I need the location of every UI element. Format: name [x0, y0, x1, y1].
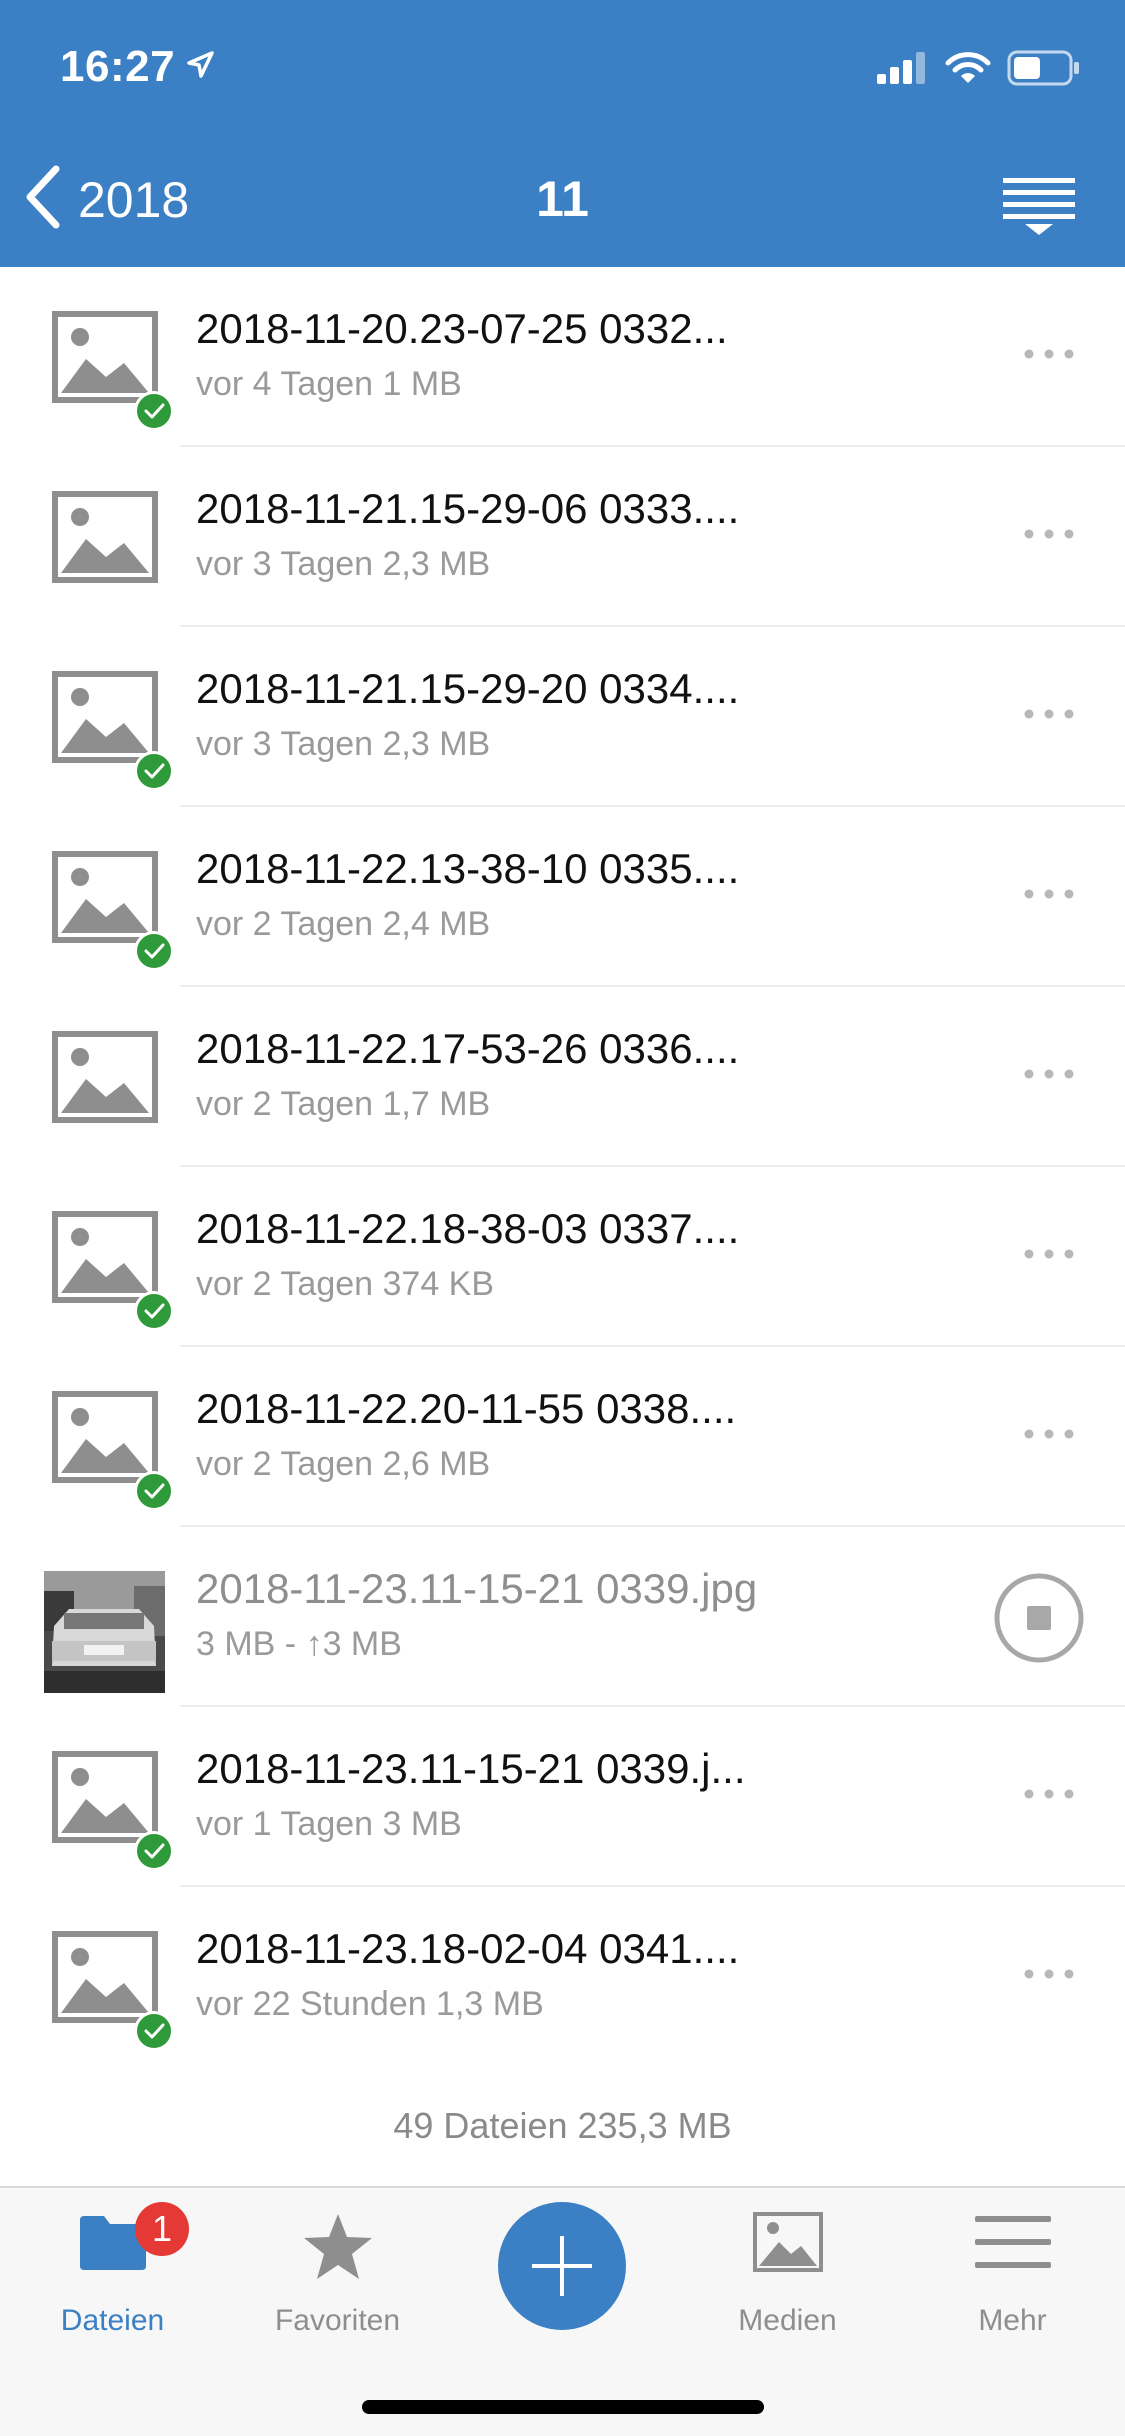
status-indicators [877, 50, 1081, 91]
image-file-icon [52, 1931, 158, 2023]
tab-files[interactable]: 1 Dateien [0, 2188, 225, 2348]
file-meta: vor 2 Tagen 1,7 MB [196, 1085, 491, 1123]
more-options-icon[interactable] [1023, 887, 1075, 905]
image-file-icon [52, 851, 158, 943]
more-options-icon[interactable] [1023, 1787, 1075, 1805]
file-meta: vor 4 Tagen 1 MB [196, 365, 462, 403]
image-file-icon [52, 1751, 158, 1843]
file-meta: vor 3 Tagen 2,3 MB [196, 545, 491, 583]
file-meta: vor 2 Tagen 2,6 MB [196, 1445, 491, 1483]
file-row[interactable]: 2018-11-23.18-02-04 0341.... vor 22 Stund… [0, 1887, 1125, 2067]
file-row[interactable]: 2018-11-20.23-07-25 0332... vor 4 Tagen 1… [0, 267, 1125, 447]
file-row[interactable]: 2018-11-22.17-53-26 0336.... vor 2 Tagen … [0, 987, 1125, 1167]
tab-files-label: Dateien [60, 2304, 165, 2337]
synced-check-icon [134, 1291, 174, 1331]
file-name: 2018-11-23.11-15-21 0339.jpg [196, 1565, 758, 1612]
tab-media[interactable]: Medien [675, 2188, 900, 2348]
synced-check-icon [134, 2011, 174, 2051]
synced-check-icon [134, 1471, 174, 1511]
file-name: 2018-11-20.23-07-25 0332... [196, 305, 728, 352]
more-options-icon[interactable] [1023, 527, 1075, 545]
file-meta: vor 2 Tagen 2,4 MB [196, 905, 491, 943]
file-row[interactable]: 2018-11-23.11-15-21 0339.jpg 3 MB - ↑3 MB [0, 1527, 1125, 1707]
file-name: 2018-11-23.18-02-04 0341.... [196, 1925, 740, 1972]
tab-bar: 1 Dateien Favoriten Medien Mehr [0, 2186, 1125, 2436]
header: 16:27 2018 11 [0, 0, 1125, 267]
page-title: 11 [536, 171, 589, 227]
tab-media-label: Medien [738, 2304, 837, 2337]
more-options-icon[interactable] [1023, 1967, 1075, 1985]
status-time: 16:27 [60, 42, 176, 91]
file-summary: 49 Dateien 235,3 MB [393, 2105, 732, 2146]
more-options-icon[interactable] [1023, 1427, 1075, 1445]
file-name: 2018-11-21.15-29-06 0333.... [196, 485, 740, 532]
tab-more-label: Mehr [978, 2304, 1047, 2337]
file-list: 2018-11-20.23-07-25 0332... vor 4 Tagen 1… [0, 267, 1125, 2067]
battery-icon [1007, 50, 1081, 91]
home-indicator [362, 2400, 764, 2414]
file-meta: 3 MB - ↑3 MB [196, 1625, 402, 1663]
sort-list-icon [1003, 178, 1075, 235]
add-button[interactable] [498, 2202, 626, 2330]
image-file-icon [52, 1031, 158, 1123]
file-name: 2018-11-22.18-38-03 0337.... [196, 1205, 740, 1252]
folder-icon [0, 2212, 225, 2272]
more-options-icon[interactable] [1023, 1067, 1075, 1085]
file-row[interactable]: 2018-11-22.20-11-55 0338.... vor 2 Tagen … [0, 1347, 1125, 1527]
synced-check-icon [134, 931, 174, 971]
image-file-icon [52, 1391, 158, 1483]
file-row[interactable]: 2018-11-22.18-38-03 0337.... vor 2 Tagen … [0, 1167, 1125, 1347]
hamburger-menu-icon [900, 2212, 1125, 2272]
file-name: 2018-11-22.13-38-10 0335.... [196, 845, 740, 892]
notification-badge: 1 [135, 2202, 189, 2256]
photo-thumbnail [44, 1571, 165, 1693]
file-row[interactable]: 2018-11-21.15-29-20 0334.... vor 3 Tagen … [0, 627, 1125, 807]
image-icon [675, 2212, 900, 2272]
file-row[interactable]: 2018-11-21.15-29-06 0333.... vor 3 Tagen … [0, 447, 1125, 627]
image-file-icon [52, 671, 158, 763]
file-meta: vor 22 Stunden 1,3 MB [196, 1985, 544, 2023]
more-options-icon[interactable] [1023, 347, 1075, 365]
file-meta: vor 2 Tagen 374 KB [196, 1265, 495, 1303]
file-meta: vor 1 Tagen 3 MB [196, 1805, 462, 1843]
synced-check-icon [134, 1831, 174, 1871]
image-file-icon [52, 1211, 158, 1303]
more-options-icon[interactable] [1023, 707, 1075, 725]
more-options-icon[interactable] [1023, 1247, 1075, 1265]
plus-icon [532, 2236, 592, 2296]
file-name: 2018-11-23.11-15-21 0339.j... [196, 1745, 746, 1792]
tab-more[interactable]: Mehr [900, 2188, 1125, 2348]
tab-favorites-label: Favoriten [274, 2304, 401, 2337]
file-name: 2018-11-21.15-29-20 0334.... [196, 665, 740, 712]
file-meta: vor 3 Tagen 2,3 MB [196, 725, 491, 763]
location-arrow-icon [185, 50, 215, 85]
file-row[interactable]: 2018-11-22.13-38-10 0335.... vor 2 Tagen … [0, 807, 1125, 987]
wifi-icon [945, 51, 991, 90]
synced-check-icon [134, 391, 174, 431]
sort-menu-button[interactable] [1003, 176, 1075, 241]
star-icon [225, 2212, 450, 2282]
file-name: 2018-11-22.17-53-26 0336.... [196, 1025, 740, 1072]
file-row[interactable]: 2018-11-23.11-15-21 0339.j... vor 1 Tagen… [0, 1707, 1125, 1887]
file-name: 2018-11-22.20-11-55 0338.... [196, 1385, 737, 1432]
tab-favorites[interactable]: Favoriten [225, 2188, 450, 2348]
signal-icon [877, 52, 929, 89]
stop-upload-button[interactable] [993, 1572, 1085, 1669]
image-file-icon [52, 311, 158, 403]
image-file-icon [52, 491, 158, 583]
synced-check-icon [134, 751, 174, 791]
